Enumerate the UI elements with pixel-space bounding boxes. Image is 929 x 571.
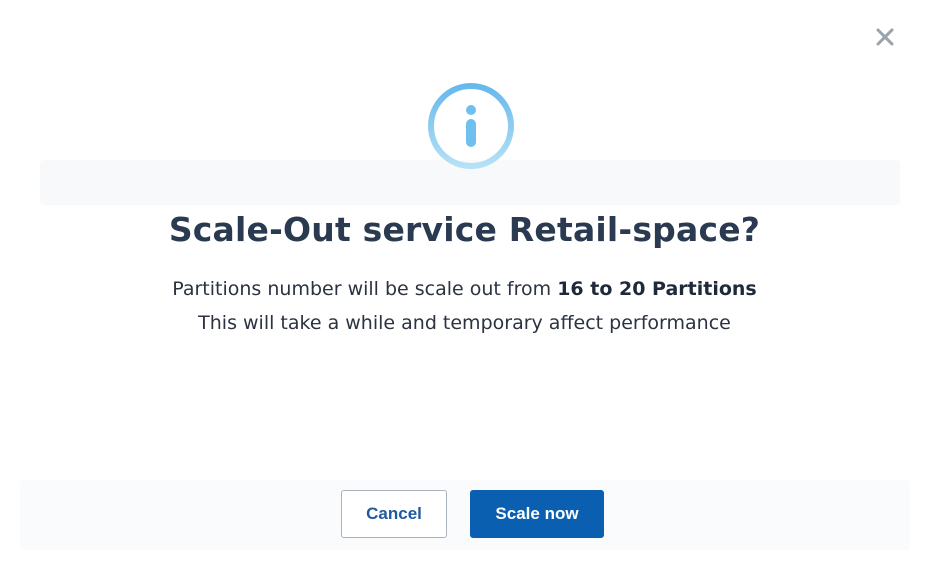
message-text: Partitions number will be scale out from	[172, 278, 558, 300]
cancel-button[interactable]: Cancel	[341, 490, 447, 538]
scale-now-button[interactable]: Scale now	[470, 490, 604, 538]
partition-range: 16 to 20 Partitions	[557, 278, 757, 300]
scale-out-dialog: Scale-Out service Retail-space? Partitio…	[0, 0, 929, 571]
dialog-message-line1: Partitions number will be scale out from…	[0, 278, 929, 300]
close-icon	[876, 28, 894, 46]
dialog-message-line2: This will take a while and temporary aff…	[198, 312, 731, 334]
dialog-title: Scale-Out service Retail-space?	[168, 210, 761, 249]
info-icon	[428, 83, 514, 169]
background-ghost	[20, 480, 910, 550]
close-button[interactable]	[870, 22, 900, 52]
